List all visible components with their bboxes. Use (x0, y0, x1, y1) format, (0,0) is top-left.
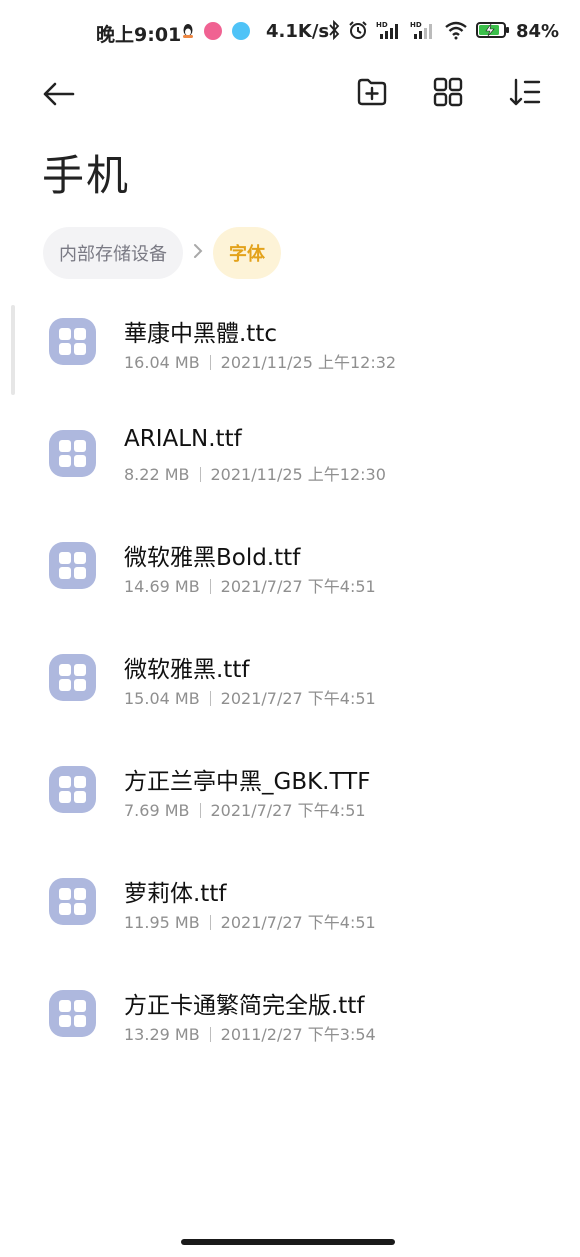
sort-icon (509, 78, 541, 106)
status-bar: 晚上9:01 4.1K/s HD HD 84% (0, 0, 580, 64)
blue-app-icon (232, 22, 250, 40)
system-icons: HD HD (328, 20, 510, 40)
file-date: 2021/7/27 下午4:51 (220, 913, 376, 932)
notification-icons (182, 22, 250, 40)
file-size: 7.69 MB (124, 801, 190, 820)
file-size: 15.04 MB (124, 689, 200, 708)
divider (209, 915, 211, 930)
file-item[interactable]: 華康中黑體.ttc 16.04 MB 2021/11/25 上午12:32 (0, 300, 580, 412)
grid-view-icon (433, 77, 463, 107)
file-meta: 14.69 MB 2021/7/27 下午4:51 (124, 573, 376, 597)
file-item[interactable]: 微软雅黑Bold.ttf 14.69 MB 2021/7/27 下午4:51 (0, 524, 580, 636)
file-date: 2021/11/25 上午12:32 (220, 353, 397, 372)
file-meta: 7.69 MB 2021/7/27 下午4:51 (124, 797, 366, 821)
file-meta: 8.22 MB 2021/11/25 上午12:30 (124, 461, 386, 485)
file-meta: 15.04 MB 2021/7/27 下午4:51 (124, 685, 376, 709)
file-name: 方正卡通繁简完全版.ttf (124, 993, 365, 1019)
sort-button[interactable] (509, 76, 541, 108)
file-size: 14.69 MB (124, 577, 200, 596)
wifi-icon (445, 21, 467, 40)
file-size: 16.04 MB (124, 353, 200, 372)
file-size: 13.29 MB (124, 1025, 200, 1044)
network-speed: 4.1K/s (266, 21, 330, 42)
toolbar (0, 66, 580, 118)
font-file-icon (49, 766, 96, 813)
font-file-icon (49, 318, 96, 365)
font-file-icon (49, 990, 96, 1037)
file-size: 11.95 MB (124, 913, 200, 932)
pink-app-icon (204, 22, 222, 40)
page-title: 手机 (42, 151, 131, 200)
divider (209, 355, 211, 370)
new-folder-button[interactable] (356, 76, 388, 108)
file-name: 微软雅黑Bold.ttf (124, 545, 301, 571)
file-size: 8.22 MB (124, 465, 190, 484)
divider (209, 691, 211, 706)
chevron-right-icon (186, 242, 210, 265)
file-date: 2021/11/25 上午12:30 (210, 465, 386, 484)
font-file-icon (49, 430, 96, 477)
breadcrumb-current[interactable]: 字体 (213, 227, 281, 279)
alarm-icon (349, 21, 367, 39)
back-arrow-icon (43, 82, 75, 106)
new-folder-icon (357, 78, 387, 106)
font-file-icon (49, 654, 96, 701)
breadcrumb-root[interactable]: 内部存储设备 (43, 227, 183, 279)
home-indicator[interactable] (181, 1239, 395, 1245)
bluetooth-icon (329, 20, 340, 40)
hd-signal-icon: HD (410, 21, 432, 39)
file-item[interactable]: 萝莉体.ttf 11.95 MB 2021/7/27 下午4:51 (0, 860, 580, 972)
file-item[interactable]: ARIALN.ttf 8.22 MB 2021/11/25 上午12:30 (0, 412, 580, 524)
breadcrumb: 内部存储设备 字体 (43, 226, 281, 280)
back-button[interactable] (40, 76, 76, 112)
battery-charging-icon (476, 22, 509, 38)
file-meta: 16.04 MB 2021/11/25 上午12:32 (124, 349, 396, 373)
status-time: 晚上9:01 (96, 24, 182, 46)
divider (209, 579, 211, 594)
battery-percent: 84% (516, 21, 560, 42)
file-meta: 11.95 MB 2021/7/27 下午4:51 (124, 909, 376, 933)
file-date: 2021/7/27 下午4:51 (210, 801, 366, 820)
file-name: 微软雅黑.ttf (124, 657, 250, 683)
font-file-icon (49, 542, 96, 589)
file-item[interactable]: 方正卡通繁简完全版.ttf 13.29 MB 2011/2/27 下午3:54 (0, 972, 580, 1084)
file-date: 2021/7/27 下午4:51 (220, 689, 376, 708)
file-name: ARIALN.ttf (124, 426, 242, 452)
file-name: 萝莉体.ttf (124, 881, 227, 907)
file-name: 華康中黑體.ttc (124, 321, 277, 347)
file-date: 2011/2/27 下午3:54 (220, 1025, 376, 1044)
file-list: 華康中黑體.ttc 16.04 MB 2021/11/25 上午12:32 ARIAL… (0, 300, 580, 1084)
hd-signal-icon: HD (376, 21, 398, 39)
svg-text:HD: HD (376, 21, 388, 29)
divider (199, 467, 201, 482)
file-meta: 13.29 MB 2011/2/27 下午3:54 (124, 1021, 376, 1045)
file-item[interactable]: 方正兰亭中黑_GBK.TTF 7.69 MB 2021/7/27 下午4:51 (0, 748, 580, 860)
divider (199, 803, 201, 818)
font-file-icon (49, 878, 96, 925)
file-date: 2021/7/27 下午4:51 (220, 577, 376, 596)
file-item[interactable]: 微软雅黑.ttf 15.04 MB 2021/7/27 下午4:51 (0, 636, 580, 748)
divider (209, 1027, 211, 1042)
grid-view-button[interactable] (432, 76, 464, 108)
file-name: 方正兰亭中黑_GBK.TTF (124, 769, 371, 795)
qq-icon (183, 24, 193, 38)
svg-text:HD: HD (410, 21, 422, 29)
